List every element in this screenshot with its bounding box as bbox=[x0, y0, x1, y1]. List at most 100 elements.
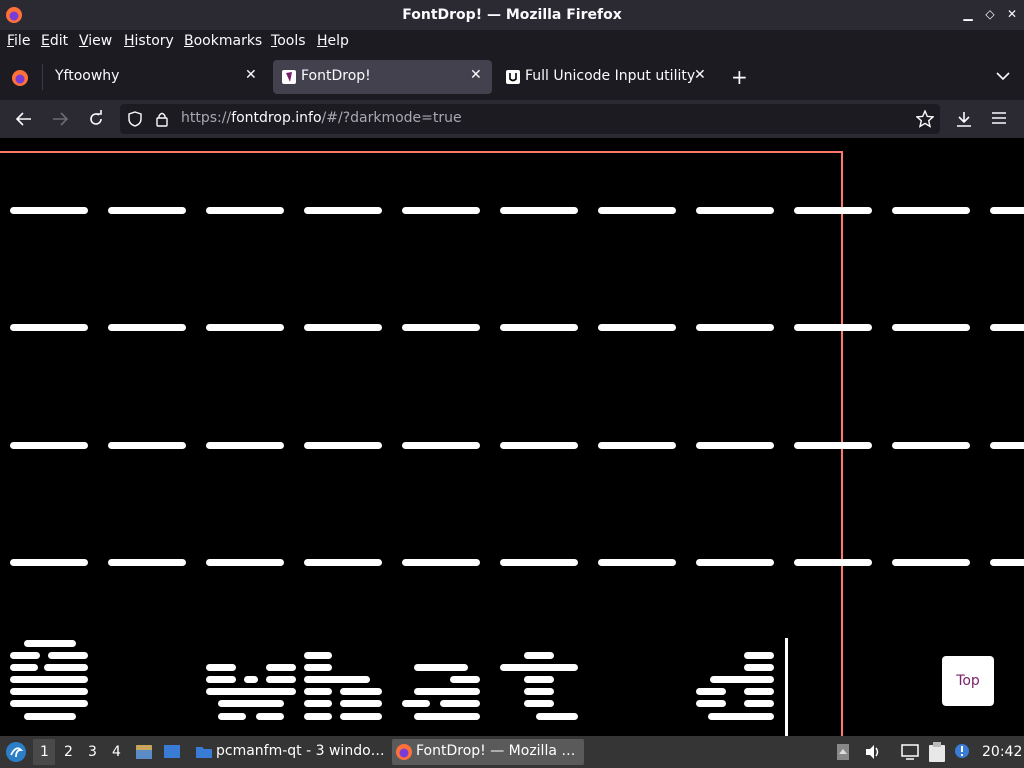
navigation-bar: https://fontdrop.info/#/?darkmode=true bbox=[0, 100, 1024, 138]
glyph-dash bbox=[990, 559, 1024, 566]
tab-fontdrop[interactable]: FontDrop! ✕ bbox=[273, 60, 492, 94]
tab-label: Yftoowhy bbox=[55, 68, 120, 84]
glyph-dash bbox=[304, 324, 382, 331]
reload-icon[interactable] bbox=[87, 110, 105, 128]
window-title: FontDrop! — Mozilla Firefox bbox=[402, 7, 622, 23]
url-path: /#/?darkmode=true bbox=[321, 110, 462, 126]
glyph-dash bbox=[108, 207, 186, 214]
menu-edit[interactable]: Edit bbox=[41, 33, 68, 49]
glyph-dash bbox=[892, 559, 970, 566]
glyph-dash bbox=[500, 324, 578, 331]
list-all-tabs-icon[interactable] bbox=[996, 71, 1010, 81]
clipboard-icon[interactable] bbox=[927, 741, 947, 763]
close-tab-icon[interactable]: ✕ bbox=[470, 67, 482, 83]
glyph-dash bbox=[794, 324, 872, 331]
workspace-4[interactable]: 4 bbox=[112, 744, 121, 760]
workspace-2[interactable]: 2 bbox=[64, 744, 73, 760]
start-menu-icon[interactable] bbox=[5, 741, 27, 763]
lock-icon[interactable] bbox=[155, 111, 169, 127]
menu-bookmarks[interactable]: Bookmarks bbox=[184, 33, 262, 49]
glyph-dash bbox=[10, 442, 88, 449]
glyph-dash bbox=[598, 559, 676, 566]
tab-separator bbox=[42, 64, 43, 90]
glyph-dash bbox=[402, 207, 480, 214]
glyph-dash bbox=[990, 207, 1024, 214]
tab-label: Full Unicode Input utility bbox=[525, 68, 696, 84]
restore-icon[interactable]: ◇ bbox=[982, 6, 998, 22]
glyph-dash bbox=[108, 442, 186, 449]
url-text[interactable]: https://fontdrop.info/#/?darkmode=true bbox=[181, 110, 462, 126]
menu-tools[interactable]: Tools bbox=[271, 33, 306, 49]
clock: 20:42 bbox=[982, 744, 1023, 760]
tab-bar: Yftoowhy ✕ FontDrop! ✕ Full Unicode Inpu… bbox=[0, 54, 1024, 100]
close-tab-icon[interactable]: ✕ bbox=[694, 67, 706, 83]
glyph-dash bbox=[402, 442, 480, 449]
tab-unicode-input[interactable]: Full Unicode Input utility ✕ bbox=[497, 60, 717, 94]
task-pcmanfm[interactable]: pcmanfm-qt - 3 windo… bbox=[192, 739, 388, 765]
page-content: Top bbox=[0, 138, 1024, 736]
glyph-dash bbox=[892, 324, 970, 331]
unicode-favicon-icon bbox=[506, 70, 520, 84]
glyph-dash bbox=[598, 324, 676, 331]
new-tab-icon[interactable]: + bbox=[731, 65, 748, 89]
forward-icon[interactable] bbox=[51, 111, 69, 127]
downloads-icon[interactable] bbox=[955, 110, 973, 128]
menu-help[interactable]: Help bbox=[317, 33, 349, 49]
glyph-dash bbox=[206, 559, 284, 566]
glyph-dash bbox=[892, 442, 970, 449]
minimize-icon[interactable]: ▁ bbox=[960, 6, 976, 22]
glyph-box-top-border bbox=[0, 151, 843, 153]
glyph-dash bbox=[696, 559, 774, 566]
fontdrop-favicon-icon bbox=[282, 70, 296, 84]
file-manager-launcher-icon[interactable] bbox=[134, 742, 154, 762]
glyph-dash bbox=[794, 559, 872, 566]
glyph-dash bbox=[696, 207, 774, 214]
text-cursor bbox=[785, 638, 788, 736]
app-menu-icon[interactable] bbox=[991, 111, 1007, 125]
glyph-dash bbox=[500, 442, 578, 449]
close-window-icon[interactable]: ✕ bbox=[1004, 6, 1020, 22]
glyph-dash bbox=[206, 207, 284, 214]
glyph-dash bbox=[10, 324, 88, 331]
url-bar[interactable]: https://fontdrop.info/#/?darkmode=true bbox=[120, 104, 940, 134]
bookmark-star-icon[interactable] bbox=[916, 110, 934, 128]
glyph-dash bbox=[990, 324, 1024, 331]
task-label: FontDrop! — Mozilla … bbox=[416, 743, 576, 759]
tracking-protection-shield-icon[interactable] bbox=[127, 111, 143, 127]
menu-bar: File Edit View History Bookmarks Tools H… bbox=[0, 30, 1024, 54]
scroll-to-top-button[interactable]: Top bbox=[942, 656, 994, 706]
glyph-dash bbox=[794, 442, 872, 449]
workspace-1[interactable]: 1 bbox=[40, 744, 49, 760]
close-tab-icon[interactable]: ✕ bbox=[245, 67, 257, 83]
tab-yftoowhy[interactable]: Yftoowhy ✕ bbox=[44, 60, 268, 94]
window-titlebar: FontDrop! — Mozilla Firefox ▁ ◇ ✕ bbox=[0, 0, 1024, 30]
firefox-view-icon[interactable] bbox=[11, 69, 29, 87]
glyph-dash bbox=[794, 207, 872, 214]
task-label: pcmanfm-qt - 3 windo… bbox=[216, 743, 385, 759]
glyph-dash bbox=[206, 324, 284, 331]
firefox-task-icon bbox=[396, 744, 412, 760]
glyph-dash bbox=[892, 207, 970, 214]
volume-icon[interactable] bbox=[864, 743, 882, 761]
menu-view[interactable]: View bbox=[79, 33, 112, 49]
url-host: fontdrop.info bbox=[231, 110, 322, 126]
glyph-dash bbox=[402, 559, 480, 566]
glyph-dash bbox=[304, 559, 382, 566]
taskbar: 1 2 3 4 pcmanfm-qt - 3 windo… FontDrop! … bbox=[0, 736, 1024, 768]
glyph-dash bbox=[598, 442, 676, 449]
tab-label: FontDrop! bbox=[301, 68, 371, 84]
task-firefox[interactable]: FontDrop! — Mozilla … bbox=[392, 739, 584, 765]
glyph-dash bbox=[696, 442, 774, 449]
network-icon[interactable] bbox=[900, 743, 920, 761]
tray-expand-icon[interactable] bbox=[836, 743, 850, 761]
menu-history[interactable]: History bbox=[124, 33, 174, 49]
glyph-dash bbox=[500, 207, 578, 214]
desktop-icon[interactable] bbox=[162, 742, 182, 762]
back-icon[interactable] bbox=[15, 111, 33, 127]
workspace-3[interactable]: 3 bbox=[88, 744, 97, 760]
glyph-dash bbox=[402, 324, 480, 331]
glyph-dash bbox=[304, 442, 382, 449]
notification-icon[interactable] bbox=[953, 742, 971, 760]
menu-file[interactable]: File bbox=[7, 33, 30, 49]
glyph-dash bbox=[108, 324, 186, 331]
